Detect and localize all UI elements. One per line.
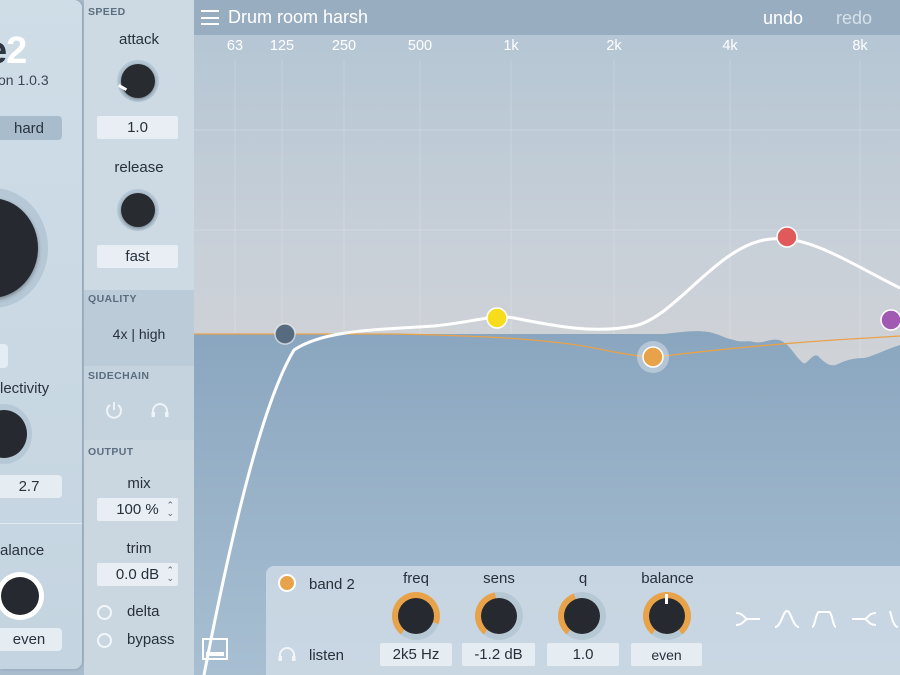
- preset-name[interactable]: Drum room harsh: [228, 7, 368, 28]
- headphones-icon[interactable]: [278, 647, 296, 662]
- freq-label: 1k: [503, 38, 519, 54]
- release-knob[interactable]: [117, 189, 159, 231]
- trim-stepper[interactable]: 0.0 dB ⌃ ⌄: [97, 563, 178, 586]
- settings-column: SPEED attack 1.0 release fast QUALITY 4x…: [84, 0, 194, 675]
- q-label: q: [578, 570, 588, 587]
- power-icon[interactable]: [105, 401, 123, 419]
- mix-stepper[interactable]: 100 % ⌃ ⌄: [97, 498, 178, 521]
- release-label: release: [114, 159, 164, 176]
- quality-title: QUALITY: [88, 293, 137, 305]
- bypass-label: bypass: [127, 631, 175, 648]
- menu-icon[interactable]: [201, 10, 219, 25]
- balance-label: balance: [641, 570, 694, 587]
- attack-value[interactable]: 1.0: [97, 116, 178, 139]
- high-shelf-shape-icon[interactable]: [850, 609, 878, 629]
- mix-value: 100 %: [116, 501, 159, 518]
- freq-label: 2k: [606, 38, 622, 54]
- balance-value[interactable]: even: [631, 643, 702, 666]
- output-title: OUTPUT: [88, 446, 134, 458]
- left-panel: e2 on 1.0.3 hard lectivity 2.7 alance ev…: [0, 0, 82, 669]
- quality-value[interactable]: 4x | high: [84, 326, 194, 342]
- stepper-icon[interactable]: ⌃ ⌄: [166, 566, 174, 583]
- trim-value: 0.0 dB: [115, 566, 160, 583]
- q-knob[interactable]: [558, 592, 606, 640]
- bell-shape-icon[interactable]: [774, 609, 800, 629]
- mode-selector[interactable]: hard: [0, 116, 62, 140]
- band-panel: band 2 listen freq 2k5 Hz sens -1.2 dB q…: [266, 566, 900, 675]
- freq-label: freq: [403, 570, 429, 587]
- freq-value[interactable]: 2k5 Hz: [380, 643, 452, 666]
- selectivity-label: lectivity: [0, 380, 50, 397]
- version-label: on 1.0.3: [0, 72, 49, 88]
- q-value[interactable]: 1.0: [547, 643, 619, 666]
- balance-knob[interactable]: [643, 592, 691, 640]
- attack-knob[interactable]: [117, 60, 159, 102]
- band-color-dot[interactable]: [278, 574, 296, 592]
- sens-knob[interactable]: [475, 592, 523, 640]
- sens-label: sens: [483, 570, 515, 587]
- speed-section: SPEED attack 1.0 release fast: [84, 0, 194, 290]
- release-value[interactable]: fast: [97, 245, 178, 268]
- quality-section: QUALITY 4x | high: [84, 290, 194, 366]
- redo-button[interactable]: redo: [836, 8, 872, 29]
- selectivity-value[interactable]: 2.7: [0, 475, 62, 498]
- output-section: OUTPUT mix 100 % ⌃ ⌄ trim 0.0 dB ⌃ ⌄ delta…: [84, 440, 194, 675]
- logo: e2: [0, 30, 27, 72]
- bypass-radio[interactable]: [97, 633, 112, 648]
- trim-label: trim: [126, 540, 152, 557]
- attack-label: attack: [118, 31, 160, 48]
- depth-value-box[interactable]: [0, 344, 8, 368]
- freq-label: 63: [226, 38, 244, 54]
- sidechain-section: SIDECHAIN: [84, 366, 194, 440]
- freq-knob[interactable]: [392, 592, 440, 640]
- headphones-icon[interactable]: [150, 402, 170, 418]
- freq-label: 8k: [852, 38, 868, 54]
- delta-label: delta: [127, 603, 160, 620]
- balance-knob[interactable]: [0, 572, 44, 620]
- sidechain-title: SIDECHAIN: [88, 370, 150, 382]
- speed-title: SPEED: [88, 6, 126, 18]
- balance-value[interactable]: even: [0, 628, 62, 651]
- left-divider: [0, 523, 82, 524]
- delta-radio[interactable]: [97, 605, 112, 620]
- stepper-icon[interactable]: ⌃ ⌄: [166, 501, 174, 518]
- freq-label: 4k: [722, 38, 738, 54]
- high-cut-shape-icon[interactable]: [888, 609, 900, 629]
- sens-value[interactable]: -1.2 dB: [462, 643, 535, 666]
- low-cut-shape-icon[interactable]: [734, 609, 762, 629]
- band-name: band 2: [309, 576, 355, 593]
- band-pass-shape-icon[interactable]: [811, 609, 837, 629]
- freq-label: 500: [407, 38, 433, 54]
- freq-label: 125: [269, 38, 295, 54]
- mix-label: mix: [127, 475, 151, 492]
- listen-label[interactable]: listen: [309, 647, 344, 664]
- panel-toggle-icon[interactable]: [202, 638, 228, 660]
- balance-label: alance: [0, 542, 45, 559]
- undo-button[interactable]: undo: [763, 8, 803, 29]
- freq-label: 250: [331, 38, 357, 54]
- selectivity-knob[interactable]: [0, 404, 32, 464]
- top-bar: Drum room harsh undo redo: [194, 0, 900, 35]
- depth-knob[interactable]: [0, 188, 48, 308]
